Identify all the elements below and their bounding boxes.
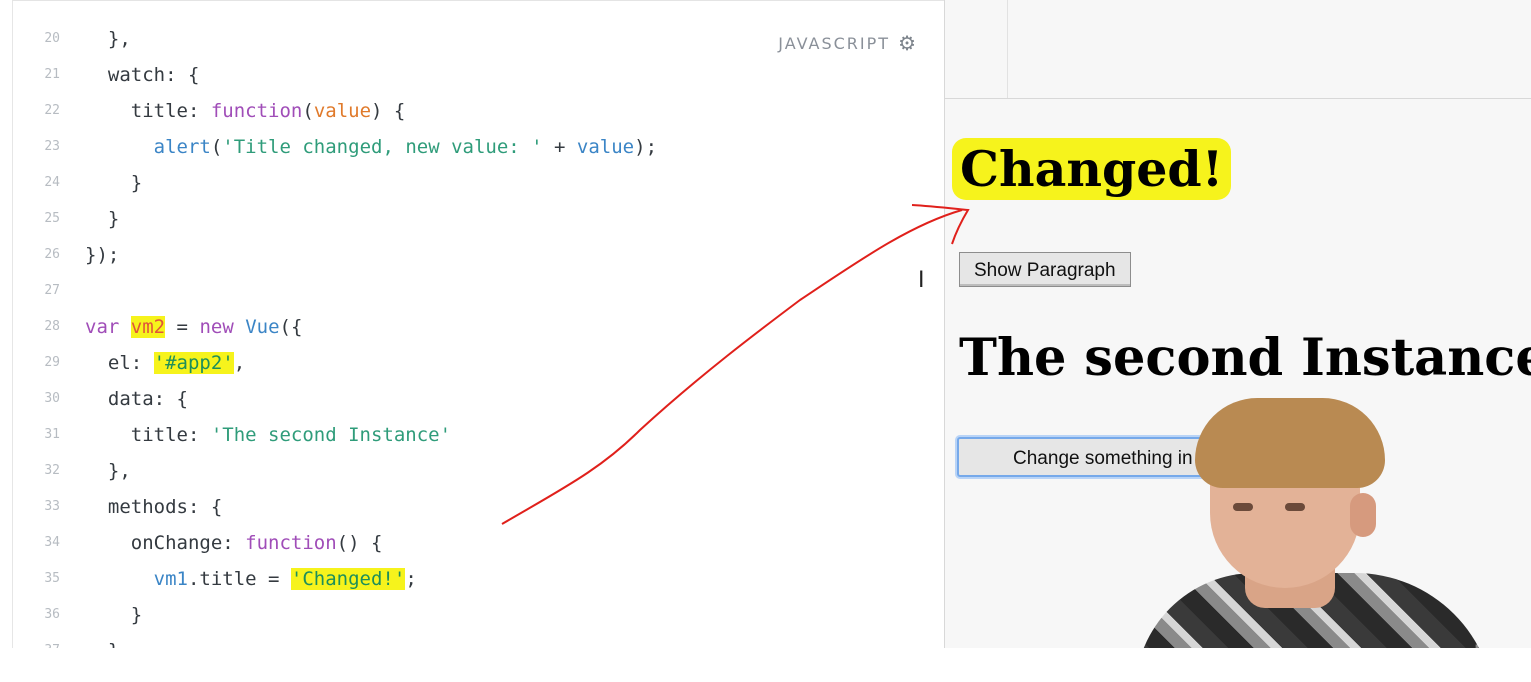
webcam-ear: [1350, 493, 1376, 537]
bottom-band: [0, 648, 1531, 682]
webcam-eye-right: [1285, 503, 1305, 511]
annotation-arrow-line: [501, 209, 963, 525]
webcam-hair: [1195, 398, 1385, 488]
webcam-eye-left: [1233, 503, 1253, 511]
watermark-logo: udem: [1447, 640, 1523, 673]
